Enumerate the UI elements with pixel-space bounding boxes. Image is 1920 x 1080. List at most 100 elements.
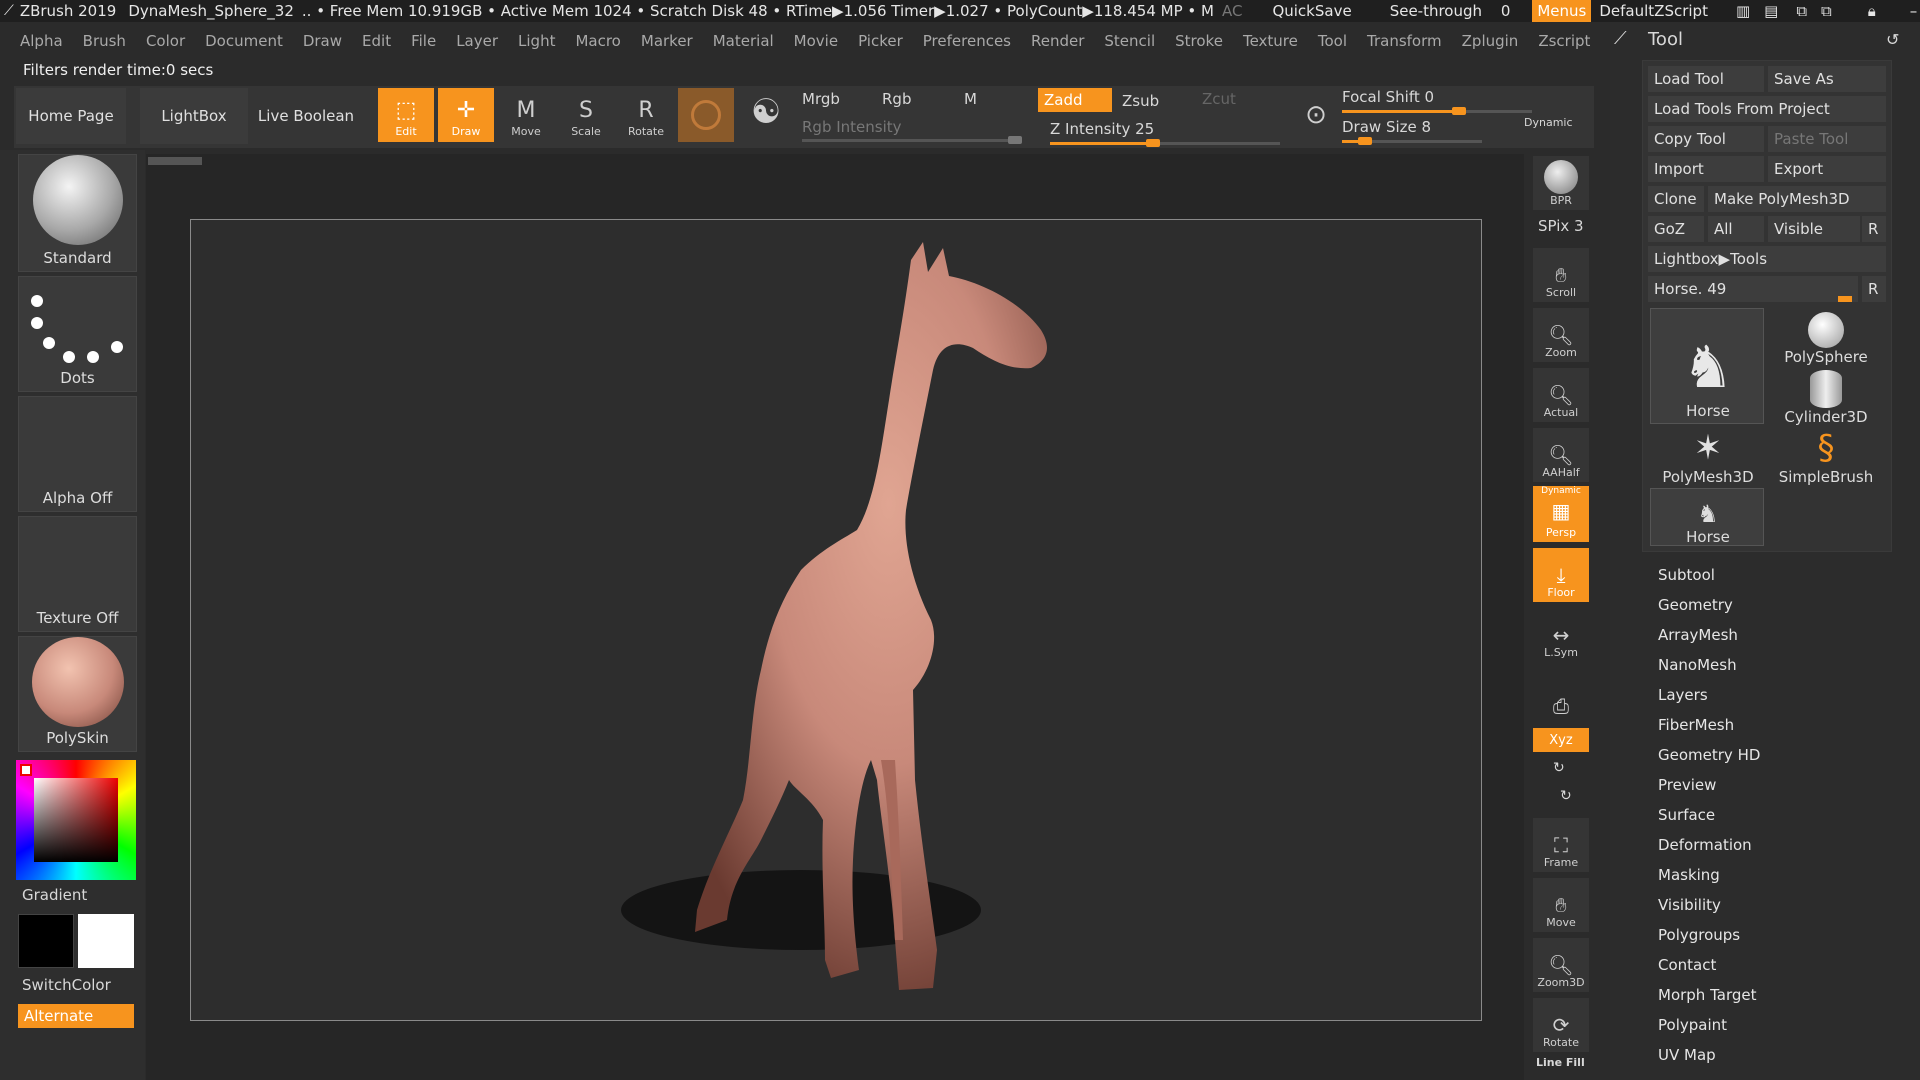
subpalette-masking[interactable]: Masking — [1658, 866, 1720, 884]
subpalette-polypaint[interactable]: Polypaint — [1658, 1016, 1727, 1034]
window-icon-2[interactable]: ⧉ — [1821, 2, 1832, 20]
focal-shift-slider[interactable]: Focal Shift 0 — [1342, 88, 1434, 106]
zoom3d-button[interactable]: 🔍︎ Zoom3D — [1533, 938, 1589, 992]
thumb-horse[interactable]: ♞ Horse — [1650, 308, 1766, 424]
load-tools-from-project-button[interactable]: Load Tools From Project — [1648, 96, 1886, 122]
menu-color[interactable]: Color — [146, 32, 185, 50]
menu-marker[interactable]: Marker — [641, 32, 693, 50]
layout-icon[interactable]: ▥ — [1736, 2, 1750, 20]
menu-zplugin[interactable]: Zplugin — [1462, 32, 1519, 50]
scroll-button[interactable]: ✋︎ Scroll — [1533, 248, 1589, 302]
subpalette-subtool[interactable]: Subtool — [1658, 566, 1715, 584]
menu-movie[interactable]: Movie — [794, 32, 838, 50]
color-sphere-button[interactable]: ☯ — [738, 88, 794, 142]
alpha-selector[interactable]: Alpha Off — [18, 396, 137, 512]
current-tool-slider[interactable]: Horse. 49 — [1648, 276, 1858, 302]
live-boolean-button[interactable]: Live Boolean — [252, 88, 360, 144]
paste-tool-button[interactable]: Paste Tool — [1768, 126, 1886, 152]
local-symmetry-button[interactable]: ↔ L.Sym — [1533, 608, 1589, 662]
draw-button[interactable]: ✛ Draw — [438, 88, 494, 142]
thumb-simplebrush[interactable]: § SimpleBrush — [1768, 428, 1884, 486]
subpalette-surface[interactable]: Surface — [1658, 806, 1715, 824]
thumb-horse-small[interactable]: ♞ Horse — [1650, 488, 1766, 546]
copy-tool-button[interactable]: Copy Tool — [1648, 126, 1764, 152]
rotate-view-button[interactable]: ⟳ Rotate — [1533, 998, 1589, 1052]
transp-lock-button[interactable]: ⎙ — [1533, 666, 1589, 720]
zoom-button[interactable]: 🔍︎ Zoom — [1533, 308, 1589, 362]
aahalf-button[interactable]: 🔍︎ AAHalf — [1533, 428, 1589, 482]
xyz-rotate-button[interactable]: Xyz — [1533, 728, 1589, 752]
menu-preferences[interactable]: Preferences — [923, 32, 1011, 50]
m-button[interactable]: M — [964, 90, 977, 108]
menu-texture[interactable]: Texture — [1243, 32, 1298, 50]
default-zscript-button[interactable]: DefaultZScript — [1599, 2, 1708, 20]
draw-size-track[interactable] — [1342, 137, 1482, 145]
secondary-color-swatch[interactable] — [78, 914, 134, 968]
rgb-button[interactable]: Rgb — [882, 90, 911, 108]
make-polymesh3d-button[interactable]: Make PolyMesh3D — [1708, 186, 1886, 212]
see-through-slider[interactable]: See-through 0 — [1390, 2, 1511, 20]
home-page-button[interactable]: Home Page — [16, 88, 126, 144]
switch-color-button[interactable]: SwitchColor — [22, 976, 111, 994]
thumb-polysphere[interactable]: PolySphere — [1768, 308, 1884, 366]
reset-icon[interactable]: ↺ — [1886, 30, 1899, 49]
menu-stroke[interactable]: Stroke — [1175, 32, 1223, 50]
minimize-icon[interactable]: – — [1910, 2, 1918, 20]
color-picker[interactable] — [16, 760, 136, 880]
main-color-swatch[interactable] — [18, 914, 74, 968]
menu-light[interactable]: Light — [518, 32, 555, 50]
thumb-polymesh3d[interactable]: ✶ PolyMesh3D — [1650, 428, 1766, 486]
menu-alpha[interactable]: Alpha — [20, 32, 63, 50]
viewport-canvas[interactable] — [190, 219, 1482, 1021]
move-button[interactable]: M Move — [498, 88, 554, 142]
tool-palette-title[interactable]: Tool — [1648, 29, 1683, 50]
line-fill-button[interactable]: Line Fill — [1536, 1056, 1585, 1069]
zcut-button[interactable]: Zcut — [1202, 90, 1236, 108]
scale-button[interactable]: S Scale — [558, 88, 614, 142]
y-rotate-icon[interactable]: ↻ — [1553, 760, 1565, 776]
import-button[interactable]: Import — [1648, 156, 1764, 182]
alternate-button[interactable]: Alternate — [18, 1004, 134, 1028]
canvas-scroll-indicator[interactable] — [148, 157, 202, 165]
move-view-button[interactable]: ✋︎ Move — [1533, 878, 1589, 932]
menu-macro[interactable]: Macro — [575, 32, 620, 50]
dynamic-toggle[interactable]: Dynamic — [1524, 116, 1573, 129]
gradient-label[interactable]: Gradient — [22, 886, 87, 904]
goz-r-button[interactable]: R — [1862, 216, 1886, 242]
palette-icon[interactable]: ▤ — [1764, 2, 1778, 20]
rgb-intensity-track[interactable] — [802, 136, 1022, 144]
clone-button[interactable]: Clone — [1648, 186, 1704, 212]
goz-button[interactable]: GoZ — [1648, 216, 1704, 242]
menu-picker[interactable]: Picker — [858, 32, 903, 50]
export-button[interactable]: Export — [1768, 156, 1886, 182]
quicksave-button[interactable]: QuickSave — [1272, 2, 1351, 20]
subpalette-morph-target[interactable]: Morph Target — [1658, 986, 1757, 1004]
subpalette-layers[interactable]: Layers — [1658, 686, 1708, 704]
zadd-button[interactable]: Zadd — [1038, 88, 1112, 112]
texture-selector[interactable]: Texture Off — [18, 516, 137, 632]
menu-material[interactable]: Material — [713, 32, 774, 50]
lightbox-button[interactable]: LightBox — [140, 88, 248, 144]
subpalette-geometry-hd[interactable]: Geometry HD — [1658, 746, 1760, 764]
goz-visible-button[interactable]: Visible — [1768, 216, 1860, 242]
persp-button[interactable]: Dynamic ▦ Persp — [1533, 486, 1589, 542]
thumb-cylinder3d[interactable]: Cylinder3D — [1768, 368, 1884, 426]
lightbox-tools-button[interactable]: Lightbox▶Tools — [1648, 246, 1886, 272]
menu-stencil[interactable]: Stencil — [1104, 32, 1155, 50]
subpalette-arraymesh[interactable]: ArrayMesh — [1658, 626, 1738, 644]
rgb-intensity-slider[interactable]: Rgb Intensity — [802, 118, 902, 136]
subpalette-contact[interactable]: Contact — [1658, 956, 1716, 974]
subpalette-polygroups[interactable]: Polygroups — [1658, 926, 1740, 944]
rotate-button[interactable]: R Rotate — [618, 88, 674, 142]
menu-brush[interactable]: Brush — [83, 32, 126, 50]
load-tool-button[interactable]: Load Tool — [1648, 66, 1764, 92]
menu-file[interactable]: File — [411, 32, 436, 50]
edit-button[interactable]: ⬚ Edit — [378, 88, 434, 142]
z-intensity-slider[interactable]: Z Intensity 25 — [1050, 120, 1154, 138]
subpalette-visibility[interactable]: Visibility — [1658, 896, 1721, 914]
subpalette-fibermesh[interactable]: FiberMesh — [1658, 716, 1734, 734]
subpalette-nanomesh[interactable]: NanoMesh — [1658, 656, 1737, 674]
focal-shift-track[interactable] — [1342, 107, 1532, 115]
goz-all-button[interactable]: All — [1708, 216, 1764, 242]
tool-pin-icon[interactable]: ⟋ — [1614, 28, 1627, 49]
